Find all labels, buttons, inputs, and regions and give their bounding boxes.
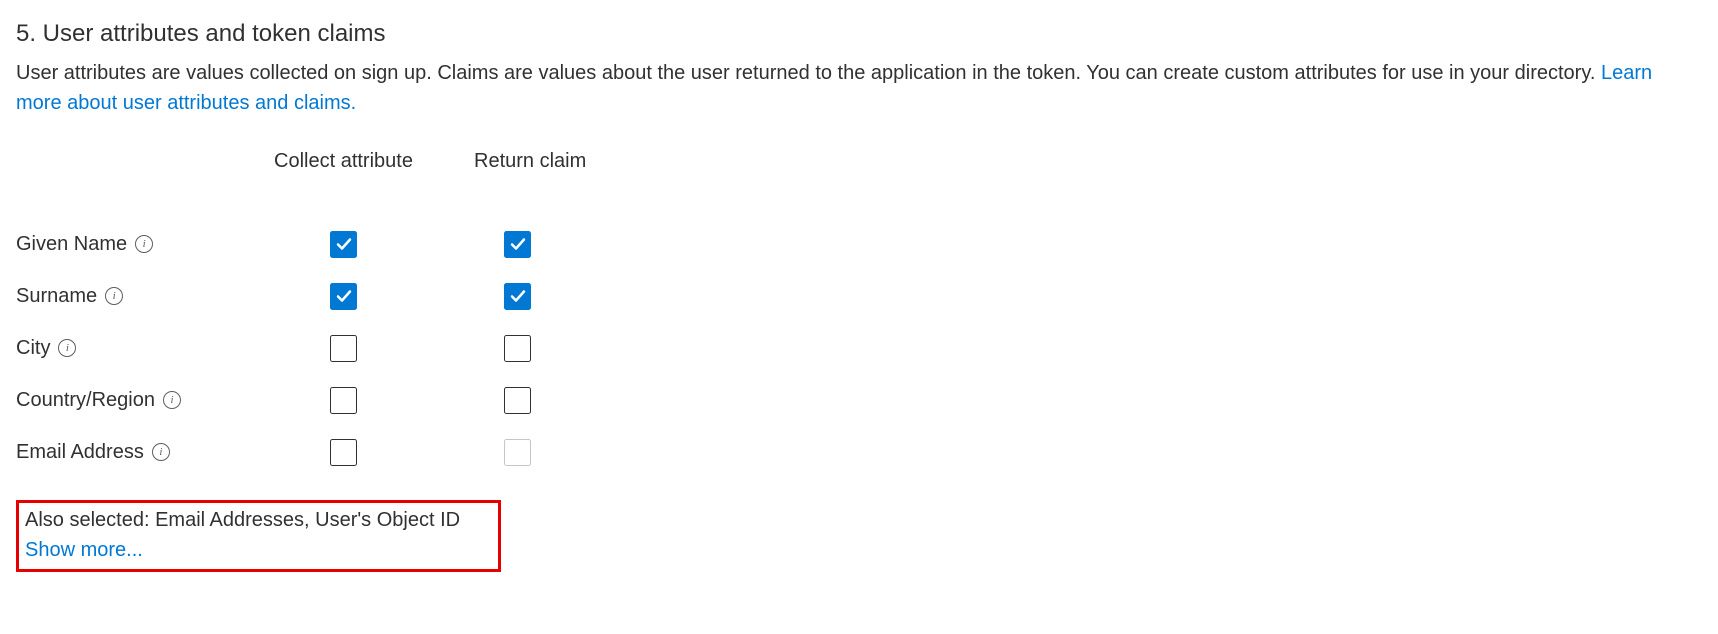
collect-attribute-header: Collect attribute [274,146,474,176]
info-icon[interactable]: i [105,287,123,305]
collect-attribute-checkbox[interactable] [330,335,357,362]
attributes-table: Collect attribute Return claim Given Nam… [16,146,1702,478]
return-claim-checkbox[interactable] [504,387,531,414]
return-claim-checkbox[interactable] [504,283,531,310]
attribute-label: Given Name [16,229,127,259]
attributes-header-row: Collect attribute Return claim [16,146,1702,176]
attribute-row: Country/Region i [16,374,1702,426]
section-description: User attributes are values collected on … [16,58,1696,118]
collect-attribute-checkbox[interactable] [330,387,357,414]
collect-attribute-checkbox[interactable] [330,283,357,310]
attribute-label: Surname [16,281,97,311]
attribute-row: Cityi [16,322,1702,374]
info-icon[interactable]: i [135,235,153,253]
return-claim-checkbox [504,439,531,466]
attribute-label: Email Address [16,437,144,467]
attribute-label: Country/Region [16,385,155,415]
section-description-text: User attributes are values collected on … [16,62,1601,84]
info-icon[interactable]: i [58,339,76,357]
also-selected-box: Also selected: Email Addresses, User's O… [16,500,501,572]
attribute-row: Given Name i [16,218,1702,270]
attribute-row: Surname i [16,270,1702,322]
return-claim-checkbox[interactable] [504,335,531,362]
return-claim-header: Return claim [474,146,674,176]
collect-attribute-checkbox[interactable] [330,439,357,466]
collect-attribute-checkbox[interactable] [330,231,357,258]
info-icon[interactable]: i [152,443,170,461]
section-title: 5. User attributes and token claims [16,16,1702,52]
show-more-link[interactable]: Show more... [25,535,492,565]
user-attributes-section: 5. User attributes and token claims User… [16,16,1702,572]
attribute-label: City [16,333,50,363]
info-icon[interactable]: i [163,391,181,409]
also-selected-text: Also selected: Email Addresses, User's O… [25,505,492,535]
attribute-row: Email Address i [16,426,1702,478]
return-claim-checkbox[interactable] [504,231,531,258]
